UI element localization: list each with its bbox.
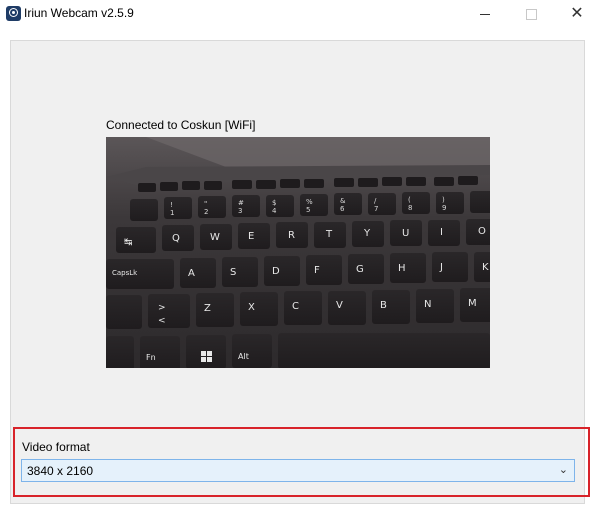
svg-text:S: S xyxy=(230,267,236,278)
svg-text:F: F xyxy=(314,265,320,276)
svg-text:Alt: Alt xyxy=(238,352,249,361)
svg-text:T: T xyxy=(325,229,333,240)
svg-text:Y: Y xyxy=(363,228,371,239)
svg-text:↹: ↹ xyxy=(124,237,132,248)
svg-text:5: 5 xyxy=(306,206,310,214)
svg-text:4: 4 xyxy=(272,207,277,215)
svg-text:#: # xyxy=(238,199,244,207)
svg-text:V: V xyxy=(336,300,343,311)
svg-text:3: 3 xyxy=(238,207,242,215)
svg-text:B: B xyxy=(380,300,387,311)
svg-text:W: W xyxy=(210,232,220,243)
minimize-icon xyxy=(480,13,490,15)
svg-text:&: & xyxy=(340,197,346,205)
connection-status: Connected to Coskun [WiFi] xyxy=(106,118,256,132)
camera-preview: ↹ Q W E R T Y U I O CapsLk A S D F G H J… xyxy=(106,137,490,368)
video-format-value: 3840 x 2160 xyxy=(27,464,94,478)
app-window: Iriun Webcam v2.5.9 ✕ Connected to Cosku… xyxy=(0,0,600,510)
svg-text:N: N xyxy=(424,299,431,310)
maximize-button[interactable] xyxy=(508,0,554,28)
svg-text:8: 8 xyxy=(408,204,412,212)
svg-text:1: 1 xyxy=(170,209,174,217)
svg-text:J: J xyxy=(439,262,443,273)
svg-text:7: 7 xyxy=(374,205,378,213)
title-bar[interactable]: Iriun Webcam v2.5.9 ✕ xyxy=(0,0,600,28)
svg-text:Fn: Fn xyxy=(146,353,156,362)
svg-text:C: C xyxy=(292,301,299,312)
chevron-down-icon: ⌄ xyxy=(558,464,568,476)
svg-text:D: D xyxy=(272,266,280,277)
keyboard-image: ↹ Q W E R T Y U I O CapsLk A S D F G H J… xyxy=(106,137,490,368)
maximize-icon xyxy=(525,8,537,20)
svg-text:2: 2 xyxy=(204,208,208,216)
svg-text:I: I xyxy=(440,227,443,238)
svg-text:): ) xyxy=(442,196,445,204)
svg-text:": " xyxy=(204,200,207,208)
video-format-dropdown[interactable]: 3840 x 2160 ⌄ xyxy=(21,459,575,482)
svg-text:%: % xyxy=(306,198,313,206)
svg-text:R: R xyxy=(288,230,295,241)
video-format-label: Video format xyxy=(22,440,90,454)
svg-text:$: $ xyxy=(272,199,276,207)
svg-text:U: U xyxy=(402,228,409,239)
svg-text:(: ( xyxy=(408,196,411,204)
close-icon: ✕ xyxy=(570,5,584,22)
svg-text:!: ! xyxy=(170,201,173,209)
svg-text:M: M xyxy=(468,298,477,309)
svg-text:G: G xyxy=(356,264,364,275)
svg-text:<: < xyxy=(158,316,166,326)
window-title: Iriun Webcam v2.5.9 xyxy=(24,6,134,20)
svg-text:H: H xyxy=(398,263,406,274)
svg-text:O: O xyxy=(478,226,486,237)
svg-text:K: K xyxy=(482,262,489,273)
svg-text:E: E xyxy=(248,231,254,242)
svg-text:CapsLk: CapsLk xyxy=(112,269,138,277)
svg-text:>: > xyxy=(158,303,166,313)
svg-text:A: A xyxy=(188,268,195,279)
app-icon xyxy=(6,6,21,21)
minimize-button[interactable] xyxy=(462,0,508,28)
close-button[interactable]: ✕ xyxy=(554,0,600,28)
svg-text:9: 9 xyxy=(442,204,446,212)
svg-text:Z: Z xyxy=(204,303,211,314)
svg-text:X: X xyxy=(248,302,255,313)
svg-text:6: 6 xyxy=(340,205,345,213)
svg-text:Q: Q xyxy=(172,233,180,244)
